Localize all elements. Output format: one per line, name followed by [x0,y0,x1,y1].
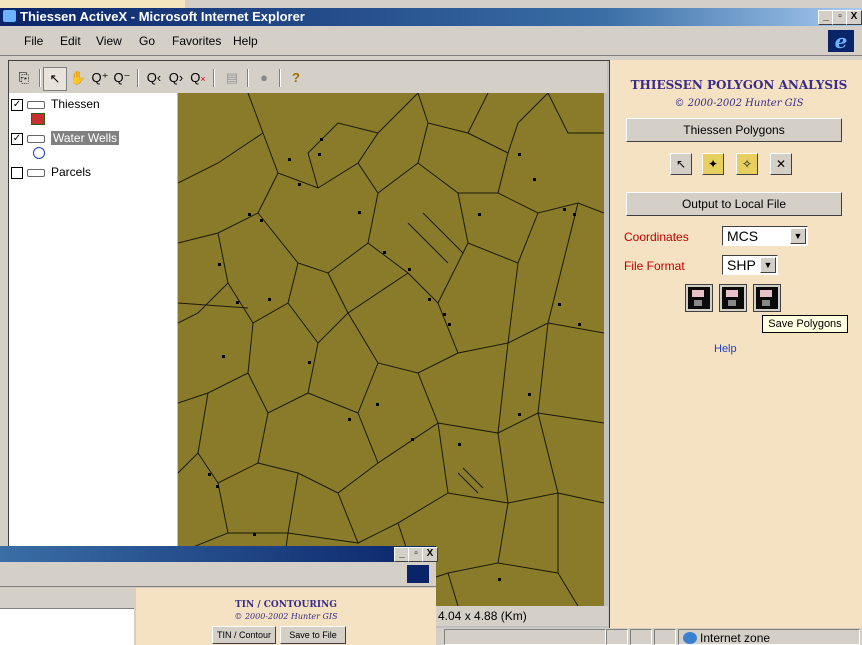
zoom-out-icon[interactable]: Q⁻ [111,67,133,89]
zoom-next-icon[interactable]: Q› [165,67,187,89]
toolbar-separator [279,69,281,87]
layer-checkbox[interactable]: ✓ [11,132,23,145]
status-panel [630,629,652,645]
layer-item-parcels[interactable]: Parcels [11,165,91,179]
toolbar-separator [39,69,41,87]
analysis-panel: THIESSEN POLYGON ANALYSIS © 2000-2002 Hu… [610,60,862,630]
map-canvas[interactable] [178,93,604,606]
edit-point-icon[interactable]: ✧ [736,153,758,175]
internet-zone-icon [683,631,697,644]
layer-checkbox[interactable] [11,166,23,179]
coordinates-select[interactable]: MCS ▼ [722,226,808,246]
status-panel [444,629,606,645]
point-legend-icon [33,147,45,159]
tin-title: TIN / CONTOURING [235,600,337,610]
windows-logo-icon [407,565,429,583]
status-bar: Internet zone [436,628,862,645]
stop-icon[interactable]: ● [253,67,275,89]
file-format-label: File Format [624,259,685,273]
add-point-icon[interactable]: ✦ [702,153,724,175]
map-toolbar: ⎘ ↖ ✋ Q⁺ Q⁻ Q‹ Q› Q× ▤ ● ? [9,61,607,93]
output-to-local-file-button[interactable]: Output to Local File [626,192,842,216]
delete-tool-icon[interactable]: ✕ [770,153,792,175]
status-panel [606,629,628,645]
pointer-icon[interactable]: ↖ [43,67,67,91]
coordinates-label: Coordinates [624,230,689,244]
menu-edit[interactable]: Edit [60,34,81,48]
layer-label: Thiessen [51,97,100,111]
save-disk-icon[interactable] [685,284,713,312]
menu-go[interactable]: Go [139,34,155,48]
status-panel [654,629,676,645]
panel-title: THIESSEN POLYGON ANALYSIS [630,78,848,92]
ie-window-icon [3,10,16,22]
close-button[interactable]: X [846,10,862,25]
toolbar-separator [247,69,249,87]
layer-checkbox[interactable]: ✓ [11,98,23,111]
save-polygons-disk-icon[interactable] [753,284,781,312]
menu-bar: File Edit View Go Favorites Help [0,27,862,56]
layer-symbol-icon [27,168,45,177]
chevron-down-icon: ▼ [760,257,776,273]
layer-item-thiessen[interactable]: ✓ Thiessen [11,97,100,111]
save-polygons-tooltip: Save Polygons [762,315,848,333]
file-format-select[interactable]: SHP ▼ [722,255,778,275]
chevron-down-icon: ▼ [790,228,806,244]
identify-icon[interactable]: ▤ [221,67,243,89]
window-title: Thiessen ActiveX - Microsoft Internet Ex… [20,9,305,24]
toolbar-separator [213,69,215,87]
layer-label: Parcels [51,165,92,179]
layer-symbol-icon [27,100,45,109]
panel-copyright: © 2000-2002 Hunter GIS [674,98,804,109]
toolbar-separator [137,69,139,87]
tin-window-panel: TIN / CONTOURING © 2000-2002 Hunter GIS … [136,588,436,645]
menu-view[interactable]: View [96,34,122,48]
tin-window-toolbar [0,562,436,587]
menu-help[interactable]: Help [233,34,258,48]
pan-icon[interactable]: ✋ [67,67,89,89]
thiessen-polygons-button[interactable]: Thiessen Polygons [626,118,842,142]
zoom-previous-icon[interactable]: Q‹ [143,67,165,89]
tin-window-left-header [0,588,134,609]
polygon-legend-icon [31,113,45,125]
help-icon[interactable]: ? [285,67,307,89]
zoom-full-icon[interactable]: Q× [187,67,209,89]
save-to-file-button[interactable]: Save to File [280,626,346,644]
help-link[interactable]: Help [714,343,737,355]
tin-window-title-bar: _ ▫ X [0,546,438,562]
tin-contour-button[interactable]: TIN / Contour [212,626,276,644]
tin-copyright: © 2000-2002 Hunter GIS [234,612,338,621]
status-zone-panel: Internet zone [678,629,860,645]
select-tool-icon[interactable]: ↖ [670,153,692,175]
thiessen-polygons [178,93,604,606]
ie-logo-icon: e [828,30,854,52]
layer-item-water-wells[interactable]: ✓ Water Wells [11,131,120,145]
zone-label: Internet zone [700,630,771,645]
close-button[interactable]: X [422,547,438,562]
title-bar: Thiessen ActiveX - Microsoft Internet Ex… [0,8,862,26]
layer-symbol-icon [27,134,45,143]
menu-favorites[interactable]: Favorites [172,34,221,48]
zoom-in-icon[interactable]: Q⁺ [89,67,111,89]
menu-file[interactable]: File [24,34,43,48]
save-disk-icon[interactable] [719,284,747,312]
copy-icon[interactable]: ⎘ [13,67,35,89]
layer-label: Water Wells [51,131,120,145]
tin-window-left-pane [0,609,134,645]
scale-readout: 4.04 x 4.88 (Km) [436,606,608,626]
